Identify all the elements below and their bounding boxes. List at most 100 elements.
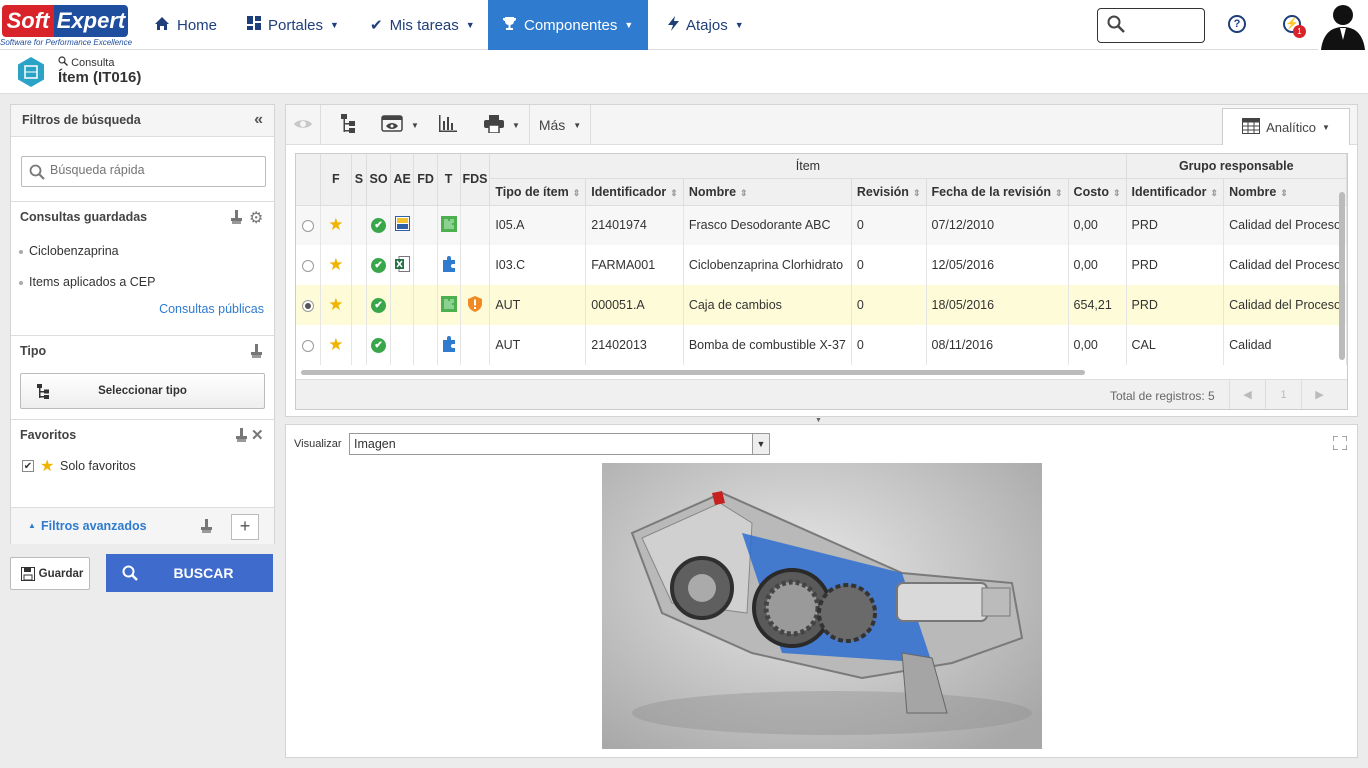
green-puzzle-icon[interactable]	[440, 295, 457, 315]
expand-fullscreen-icon[interactable]	[1332, 435, 1348, 453]
star-icon[interactable]: ★	[328, 215, 343, 234]
close-icon[interactable]: ✕	[251, 426, 264, 444]
row-radio[interactable]	[301, 219, 314, 232]
col-header-f[interactable]: F	[320, 154, 352, 206]
col-header-group-name[interactable]: Nombre ⇕	[1223, 178, 1347, 206]
blue-puzzle-icon[interactable]	[441, 335, 457, 355]
preview-type-select[interactable]: Imagen ▼	[349, 433, 770, 455]
t-cell[interactable]	[437, 205, 461, 245]
prev-page-button[interactable]: ◀	[1229, 380, 1265, 409]
user-avatar[interactable]	[1318, 0, 1368, 50]
col-header-identifier[interactable]: Identificador ⇕	[585, 178, 684, 206]
fds-cell[interactable]	[460, 285, 491, 325]
add-filter-button[interactable]: +	[231, 514, 259, 540]
col-header-item-type[interactable]: Tipo de ítem ⇕	[489, 178, 587, 206]
next-page-button[interactable]: ▶	[1301, 380, 1337, 409]
table-row[interactable]: ★ ✔ AUT 21402013 Bomba de combustible X-…	[296, 325, 1347, 365]
table-row[interactable]: ★ ✔ I05.A 21401974 Frasco Desodorante AB…	[296, 205, 1347, 245]
green-puzzle-icon[interactable]	[440, 215, 457, 235]
view-record-button[interactable]	[286, 105, 320, 145]
saved-query-item[interactable]: Items aplicados a CEP	[18, 275, 155, 289]
global-search[interactable]	[1097, 8, 1205, 43]
nav-my-tasks[interactable]: ✔ Mis tareas ▼	[356, 0, 489, 50]
gear-icon[interactable]: ⚙	[249, 208, 263, 228]
col-header-name[interactable]: Nombre ⇕	[683, 178, 852, 206]
only-favorites-checkbox[interactable]: ✔	[22, 460, 34, 472]
row-radio[interactable]	[301, 259, 314, 272]
search-button[interactable]: BUSCAR	[106, 554, 273, 592]
advanced-filters-toggle[interactable]: Filtros avanzados	[41, 519, 147, 533]
row-select-cell[interactable]	[296, 285, 321, 325]
public-queries-link[interactable]: Consultas públicas	[159, 302, 264, 316]
saved-query-item[interactable]: Ciclobenzaprina	[19, 244, 119, 258]
quick-search-input[interactable]	[50, 163, 260, 177]
t-cell[interactable]	[437, 285, 461, 325]
view-options-button[interactable]: ▼	[372, 105, 428, 145]
col-label: Tipo de ítem	[495, 184, 569, 199]
col-header-ae[interactable]: AE	[390, 154, 415, 206]
collapse-panel-icon[interactable]: «	[254, 111, 263, 129]
softexpert-logo[interactable]: Soft Expert Software for Performance Exc…	[0, 2, 132, 48]
blue-puzzle-icon[interactable]	[441, 255, 457, 275]
clear-filter-icon[interactable]	[201, 519, 212, 536]
col-header-group-identifier[interactable]: Identificador ⇕	[1126, 178, 1225, 206]
t-cell[interactable]	[437, 245, 461, 285]
ae-image-icon[interactable]	[394, 216, 410, 234]
select-type-button[interactable]: Seleccionar tipo	[20, 373, 265, 409]
panel-splitter-handle[interactable]: ▼	[815, 417, 822, 424]
print-button[interactable]: ▼	[476, 105, 528, 145]
star-icon[interactable]: ★	[328, 335, 343, 354]
favorite-cell[interactable]: ★	[320, 205, 352, 245]
col-header-t[interactable]: T	[437, 154, 461, 206]
save-query-button[interactable]: Guardar	[10, 557, 90, 590]
col-header-fds[interactable]: FDS	[460, 154, 491, 206]
row-radio[interactable]	[301, 339, 314, 352]
more-menu[interactable]: Más ▼	[530, 105, 590, 145]
quick-search-field[interactable]	[21, 156, 266, 187]
row-select-cell[interactable]	[296, 325, 321, 365]
global-search-input[interactable]	[1130, 15, 1200, 37]
t-cell[interactable]	[437, 325, 461, 365]
nav-shortcuts[interactable]: Atajos ▼	[654, 0, 758, 50]
excel-icon[interactable]	[394, 255, 410, 275]
page-breadcrumb: Consulta	[58, 56, 114, 69]
col-header-so[interactable]: SO	[366, 154, 391, 206]
col-header-cost[interactable]: Costo ⇕	[1068, 178, 1127, 206]
col-header-fd[interactable]: FD	[413, 154, 438, 206]
col-header-s[interactable]: S	[351, 154, 368, 206]
favorite-cell[interactable]: ★	[320, 285, 352, 325]
star-icon[interactable]: ★	[328, 295, 343, 314]
favorite-cell[interactable]: ★	[320, 245, 352, 285]
col-label: Nombre	[1229, 184, 1277, 199]
table-row[interactable]: ★ ✔ AUT 000051.A Caja de cambios 0 18/05…	[296, 285, 1347, 325]
nav-components[interactable]: Componentes ▼	[488, 0, 648, 50]
nav-home[interactable]: Home	[140, 0, 231, 50]
help-icon[interactable]: ?	[1228, 15, 1246, 33]
table-row[interactable]: ★ ✔ I03.C FARMA001 Ciclobenzaprina Clorh…	[296, 245, 1347, 285]
cell-item-type: I03.C	[489, 245, 587, 285]
ae-cell[interactable]	[390, 205, 415, 245]
clear-filter-icon[interactable]	[231, 210, 242, 227]
logo-expert: Expert	[54, 5, 128, 37]
search-icon	[122, 565, 138, 584]
row-radio[interactable]	[301, 299, 314, 312]
clear-filter-icon[interactable]	[251, 344, 262, 361]
ae-cell[interactable]	[390, 245, 415, 285]
row-select-cell[interactable]	[296, 245, 321, 285]
col-header-revision-date[interactable]: Fecha de la revisión ⇕	[926, 178, 1069, 206]
chevron-down-icon[interactable]: ▼	[752, 434, 769, 454]
row-select-cell[interactable]	[296, 205, 321, 245]
vertical-scrollbar[interactable]	[1339, 192, 1345, 360]
view-mode-tab[interactable]: Analítico ▼	[1222, 108, 1350, 145]
notifications-icon[interactable]: ⚡ 1	[1283, 15, 1306, 38]
horizontal-scrollbar[interactable]	[301, 370, 1085, 375]
hierarchy-button[interactable]	[330, 105, 366, 145]
nav-portals[interactable]: Portales ▼	[233, 0, 353, 50]
clear-filter-icon[interactable]	[236, 428, 247, 445]
col-header-revision[interactable]: Revisión ⇕	[851, 178, 927, 206]
star-icon[interactable]: ★	[328, 255, 343, 274]
favorite-cell[interactable]: ★	[320, 325, 352, 365]
warning-shield-icon[interactable]	[467, 295, 482, 315]
chart-button[interactable]	[434, 105, 462, 145]
printer-icon	[484, 114, 505, 136]
